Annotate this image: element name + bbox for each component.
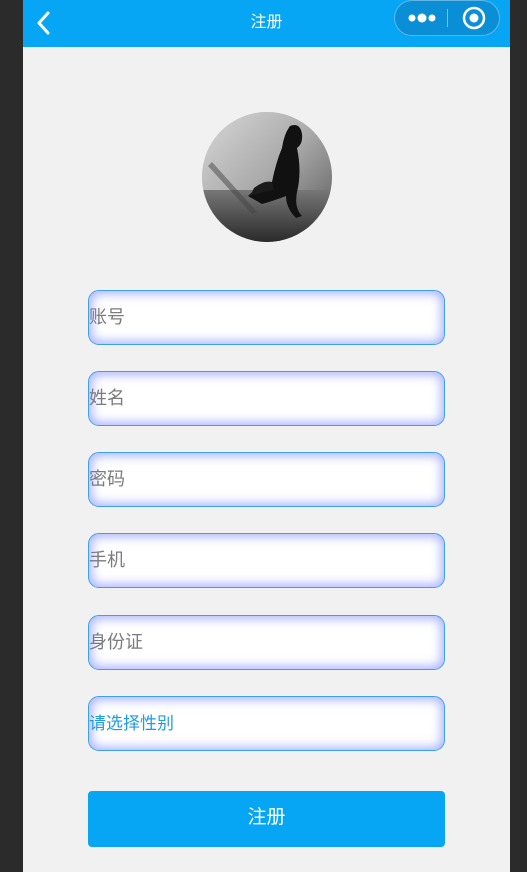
target-icon: [462, 6, 486, 30]
phone-field[interactable]: [88, 533, 445, 588]
gender-picker[interactable]: 请选择性别: [88, 696, 445, 751]
password-field[interactable]: [88, 452, 445, 507]
register-button[interactable]: 注册: [88, 791, 445, 847]
id-card-field[interactable]: [88, 615, 445, 670]
password-input[interactable]: [89, 453, 444, 506]
more-menu-button[interactable]: [407, 1, 437, 35]
profile-photo: [202, 112, 332, 242]
capsule-divider: [447, 9, 448, 27]
gender-picker-label: 请选择性别: [89, 714, 174, 734]
id-card-input[interactable]: [89, 616, 444, 669]
close-mini-program-button[interactable]: [461, 5, 487, 31]
app-screen: 注册 账号 姓名 手机 身份证 请选择性别 注册: [23, 0, 510, 872]
navigation-bar: 注册: [23, 0, 510, 47]
account-field[interactable]: [88, 290, 445, 345]
phone-input[interactable]: [89, 534, 444, 587]
account-input[interactable]: [89, 291, 444, 344]
avatar[interactable]: [202, 112, 332, 242]
mini-program-capsule: [394, 0, 500, 36]
more-dots-icon: [408, 13, 436, 23]
name-input[interactable]: [89, 372, 444, 425]
name-field[interactable]: [88, 371, 445, 426]
